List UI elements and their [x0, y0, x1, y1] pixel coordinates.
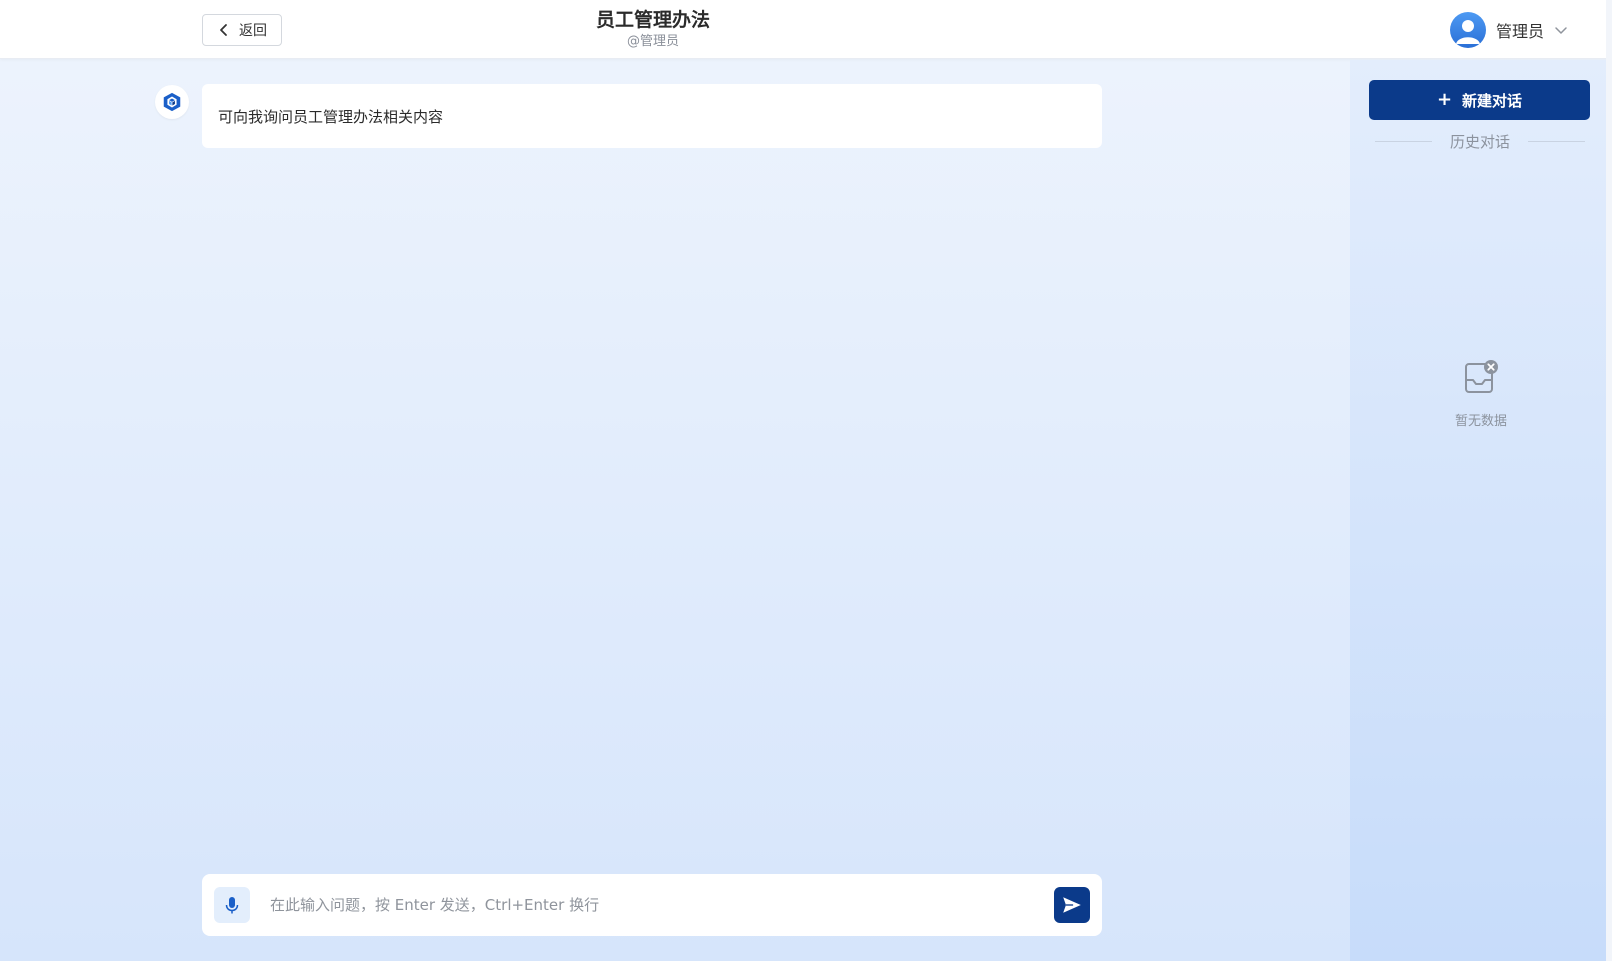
plus-icon: + — [1436, 89, 1453, 110]
divider-line-right — [1528, 140, 1586, 142]
bot-message: 可向我询问员工管理办法相关内容 — [202, 84, 1102, 148]
user-menu[interactable]: 管理员 — [1449, 12, 1568, 48]
send-button[interactable] — [1054, 887, 1090, 923]
question-input[interactable] — [270, 890, 1030, 920]
page-subtitle: @管理员 — [626, 34, 679, 49]
empty-text: 暂无数据 — [1454, 414, 1507, 429]
page-title: 员工管理办法 — [595, 9, 710, 31]
bot-avatar — [155, 85, 189, 119]
microphone-button[interactable] — [214, 887, 250, 923]
input-bar — [202, 874, 1102, 936]
history-label: 历史对话 — [1450, 132, 1511, 151]
top-header: 返回 员工管理办法 @管理员 管理员 — [0, 0, 1612, 59]
history-sidebar: + 新建对话 历史对话 暂无数据 — [1350, 60, 1612, 961]
chevron-down-icon[interactable] — [1554, 23, 1568, 37]
new-chat-label: 新建对话 — [1462, 91, 1523, 110]
divider-line-left — [1375, 140, 1432, 142]
send-icon — [1063, 897, 1081, 913]
cube-logo-icon — [163, 92, 181, 112]
title-block: 员工管理办法 @管理员 — [0, 7, 1306, 51]
empty-inbox-icon — [1465, 360, 1498, 393]
window-edge — [1606, 0, 1612, 961]
history-divider: 历史对话 — [1375, 130, 1586, 152]
new-chat-button[interactable]: + 新建对话 — [1369, 80, 1590, 120]
bot-message-text: 可向我询问员工管理办法相关内容 — [218, 107, 444, 126]
user-name[interactable]: 管理员 — [1496, 18, 1544, 42]
empty-state: 暂无数据 — [1350, 358, 1612, 429]
user-avatar-icon[interactable] — [1449, 12, 1486, 48]
microphone-icon — [225, 897, 239, 914]
